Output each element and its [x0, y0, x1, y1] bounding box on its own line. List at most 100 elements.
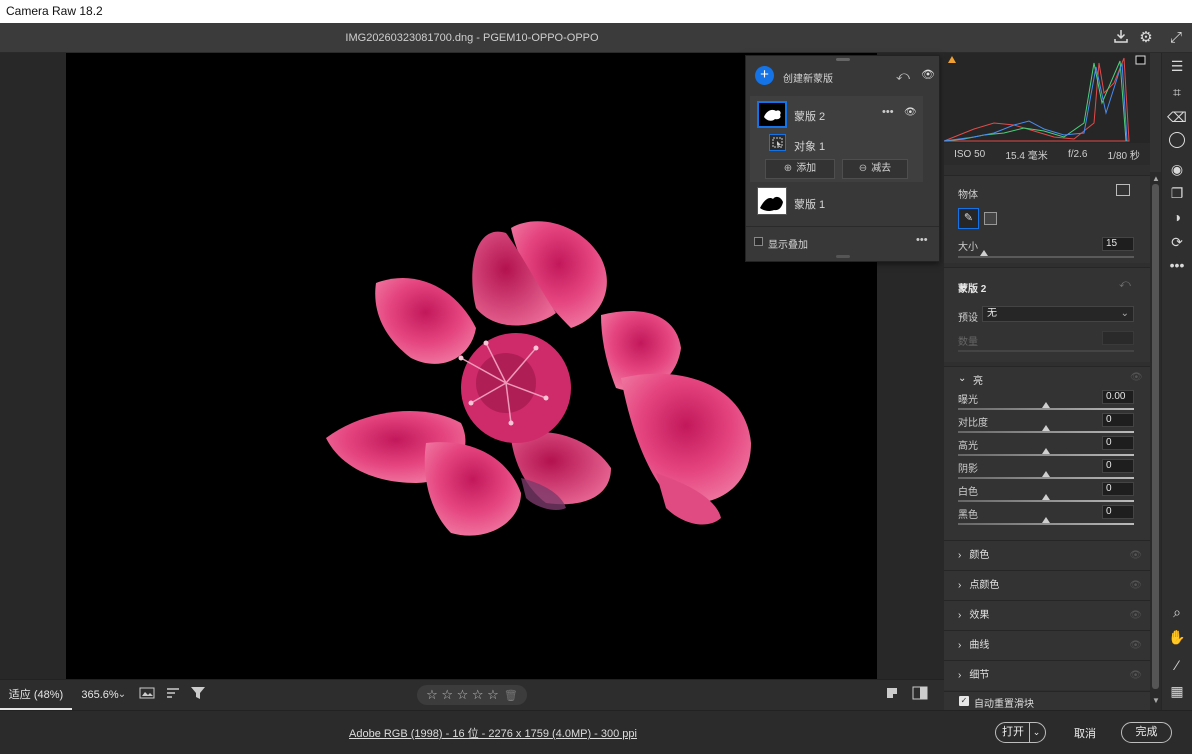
light-row-value[interactable]: 0	[1102, 413, 1134, 427]
done-button[interactable]: 完成	[1121, 722, 1172, 743]
open-button[interactable]: 打开 ⌄	[995, 722, 1046, 743]
scrollbar-thumb[interactable]	[1152, 184, 1159, 689]
filmstrip-icon[interactable]	[137, 685, 157, 705]
light-row-value[interactable]: 0	[1102, 436, 1134, 450]
mask2-eye-icon[interactable]: 👁	[904, 107, 917, 118]
cancel-button[interactable]: 取消	[1074, 725, 1096, 741]
workflow-options-link[interactable]: Adobe RGB (1998) - 16 位 - 2276 x 1759 (4…	[349, 725, 637, 741]
light-row-slider-thumb[interactable]	[1042, 402, 1050, 408]
size-slider-thumb[interactable]	[980, 250, 989, 256]
light-visibility-icon[interactable]: 👁	[1130, 372, 1143, 383]
filter-icon[interactable]	[188, 685, 208, 705]
save-icon[interactable]	[1111, 28, 1131, 48]
size-slider[interactable]	[958, 256, 1134, 258]
visibility-eye-icon[interactable]: 👁	[1129, 541, 1142, 570]
light-row-slider-thumb[interactable]	[1042, 471, 1050, 477]
brush-icon[interactable]: ✎	[958, 208, 979, 229]
light-row-slider[interactable]	[958, 523, 1134, 525]
fullscreen-icon[interactable]: ⤢	[1166, 28, 1186, 48]
light-row-slider[interactable]	[958, 500, 1134, 502]
light-row-label: 白色	[958, 487, 978, 498]
chevron-down-icon[interactable]: ⌄	[1030, 723, 1044, 742]
chevron-down-icon[interactable]: ⌄	[958, 373, 966, 384]
light-row-slider-thumb[interactable]	[1042, 448, 1050, 454]
compare-view-icon[interactable]	[910, 685, 930, 705]
add-label: 添加	[796, 163, 817, 174]
more-tools-icon[interactable]: •••	[1166, 254, 1188, 276]
reset-icon[interactable]: ⤺	[1119, 278, 1131, 291]
histogram-graph	[943, 55, 1146, 142]
light-row-slider-thumb[interactable]	[1042, 425, 1050, 431]
trash-icon[interactable]: 🗑	[504, 689, 518, 702]
zoom-fit-button[interactable]: 适应 (48%)	[0, 680, 72, 710]
create-new-mask-button[interactable]: 创建新蒙版	[783, 70, 833, 85]
object-section: 物体 ✎ 大小 15	[944, 175, 1150, 263]
scroll-down-icon[interactable]: ▼	[1152, 696, 1160, 705]
presets-icon[interactable]: ◑	[1166, 206, 1188, 228]
rectangle-select-icon[interactable]	[984, 212, 997, 225]
add-mask-icon[interactable]: +	[755, 66, 774, 85]
star-rating-icons[interactable]: ☆ ☆ ☆ ☆ ☆	[426, 687, 499, 703]
show-overlay-checkbox[interactable]	[754, 237, 763, 246]
visibility-eye-icon[interactable]: 👁	[1129, 571, 1142, 600]
reset-mask-icon[interactable]: ⤺	[896, 68, 910, 84]
visibility-eye-icon[interactable]: 👁	[921, 68, 935, 81]
light-title[interactable]: 亮	[973, 372, 983, 387]
scroll-up-icon[interactable]: ▲	[1152, 174, 1160, 183]
light-row-slider-thumb[interactable]	[1042, 494, 1050, 500]
before-after-icon[interactable]	[882, 685, 902, 705]
settings-gear-icon[interactable]: ⚙	[1136, 28, 1156, 48]
mask2-label[interactable]: 蒙版 2	[794, 108, 825, 124]
rating-stars[interactable]: ☆ ☆ ☆ ☆ ☆ 🗑	[417, 685, 527, 705]
light-row-slider[interactable]	[958, 408, 1134, 410]
visibility-eye-icon[interactable]: 👁	[1129, 661, 1142, 690]
light-row-slider[interactable]	[958, 477, 1134, 479]
object-title: 物体	[958, 190, 978, 201]
light-row-value[interactable]: 0	[1102, 459, 1134, 473]
visibility-eye-icon[interactable]: 👁	[1129, 631, 1142, 660]
sort-icon[interactable]	[163, 685, 183, 705]
auto-reset-checkbox[interactable]: ✓	[959, 696, 969, 706]
chevron-down-icon[interactable]: ⌄	[112, 685, 132, 705]
eraser-icon[interactable]: ⌫	[1166, 106, 1188, 128]
collapsed-section[interactable]: › 点颜色 👁	[944, 570, 1150, 600]
zoom-icon[interactable]: ⌕	[1166, 601, 1188, 623]
mask1-thumbnail[interactable]	[757, 187, 787, 215]
masking-icon[interactable]	[1169, 132, 1185, 148]
snapshots-icon[interactable]: ❐	[1166, 182, 1188, 204]
light-row-slider[interactable]	[958, 431, 1134, 433]
more-image-settings-icon[interactable]: ⟳	[1166, 231, 1188, 253]
light-row-value[interactable]: 0.00	[1102, 390, 1134, 404]
collapsed-section[interactable]: › 颜色 👁	[944, 540, 1150, 570]
edit-sliders-icon[interactable]: ☰	[1166, 55, 1188, 77]
crop-icon[interactable]: ⌗	[1166, 81, 1188, 103]
overlay-options-icon[interactable]: •••	[916, 234, 928, 246]
mask2-thumbnail[interactable]	[757, 101, 787, 128]
preset-value: 无	[987, 308, 997, 319]
panel-resize-handle[interactable]	[836, 255, 850, 258]
red-eye-icon[interactable]: ◉	[1166, 158, 1188, 180]
mask1-label[interactable]: 蒙版 1	[794, 196, 825, 212]
object1-label[interactable]: 对象 1	[794, 138, 825, 154]
preset-dropdown[interactable]: 无 ⌄	[982, 306, 1134, 322]
collapsed-section[interactable]: › 效果 👁	[944, 600, 1150, 630]
grid-icon[interactable]: ▦	[1166, 680, 1188, 702]
light-row-value[interactable]: 0	[1102, 505, 1134, 519]
subtract-from-mask-button[interactable]: ⊖ 减去	[842, 159, 908, 179]
size-value[interactable]: 15	[1102, 237, 1134, 251]
object-select-icon[interactable]	[769, 134, 786, 151]
light-row-slider-thumb[interactable]	[1042, 517, 1050, 523]
more-options-icon[interactable]: •••	[882, 106, 894, 118]
object-mode-icon[interactable]	[1116, 184, 1130, 196]
color-sampler-icon[interactable]: ⁄	[1166, 654, 1188, 676]
add-to-mask-button[interactable]: ⊕ 添加	[765, 159, 835, 179]
visibility-eye-icon[interactable]: 👁	[1129, 601, 1142, 630]
light-row-slider[interactable]	[958, 454, 1134, 456]
iso-value: ISO 50	[954, 148, 986, 160]
collapsed-section[interactable]: › 曲线 👁	[944, 630, 1150, 660]
panel-scrollbar[interactable]: ▲ ▼	[1150, 172, 1161, 710]
panel-drag-handle[interactable]	[836, 58, 850, 61]
hand-icon[interactable]: ✋	[1166, 626, 1188, 648]
light-row-value[interactable]: 0	[1102, 482, 1134, 496]
collapsed-section[interactable]: › 细节 👁	[944, 660, 1150, 690]
